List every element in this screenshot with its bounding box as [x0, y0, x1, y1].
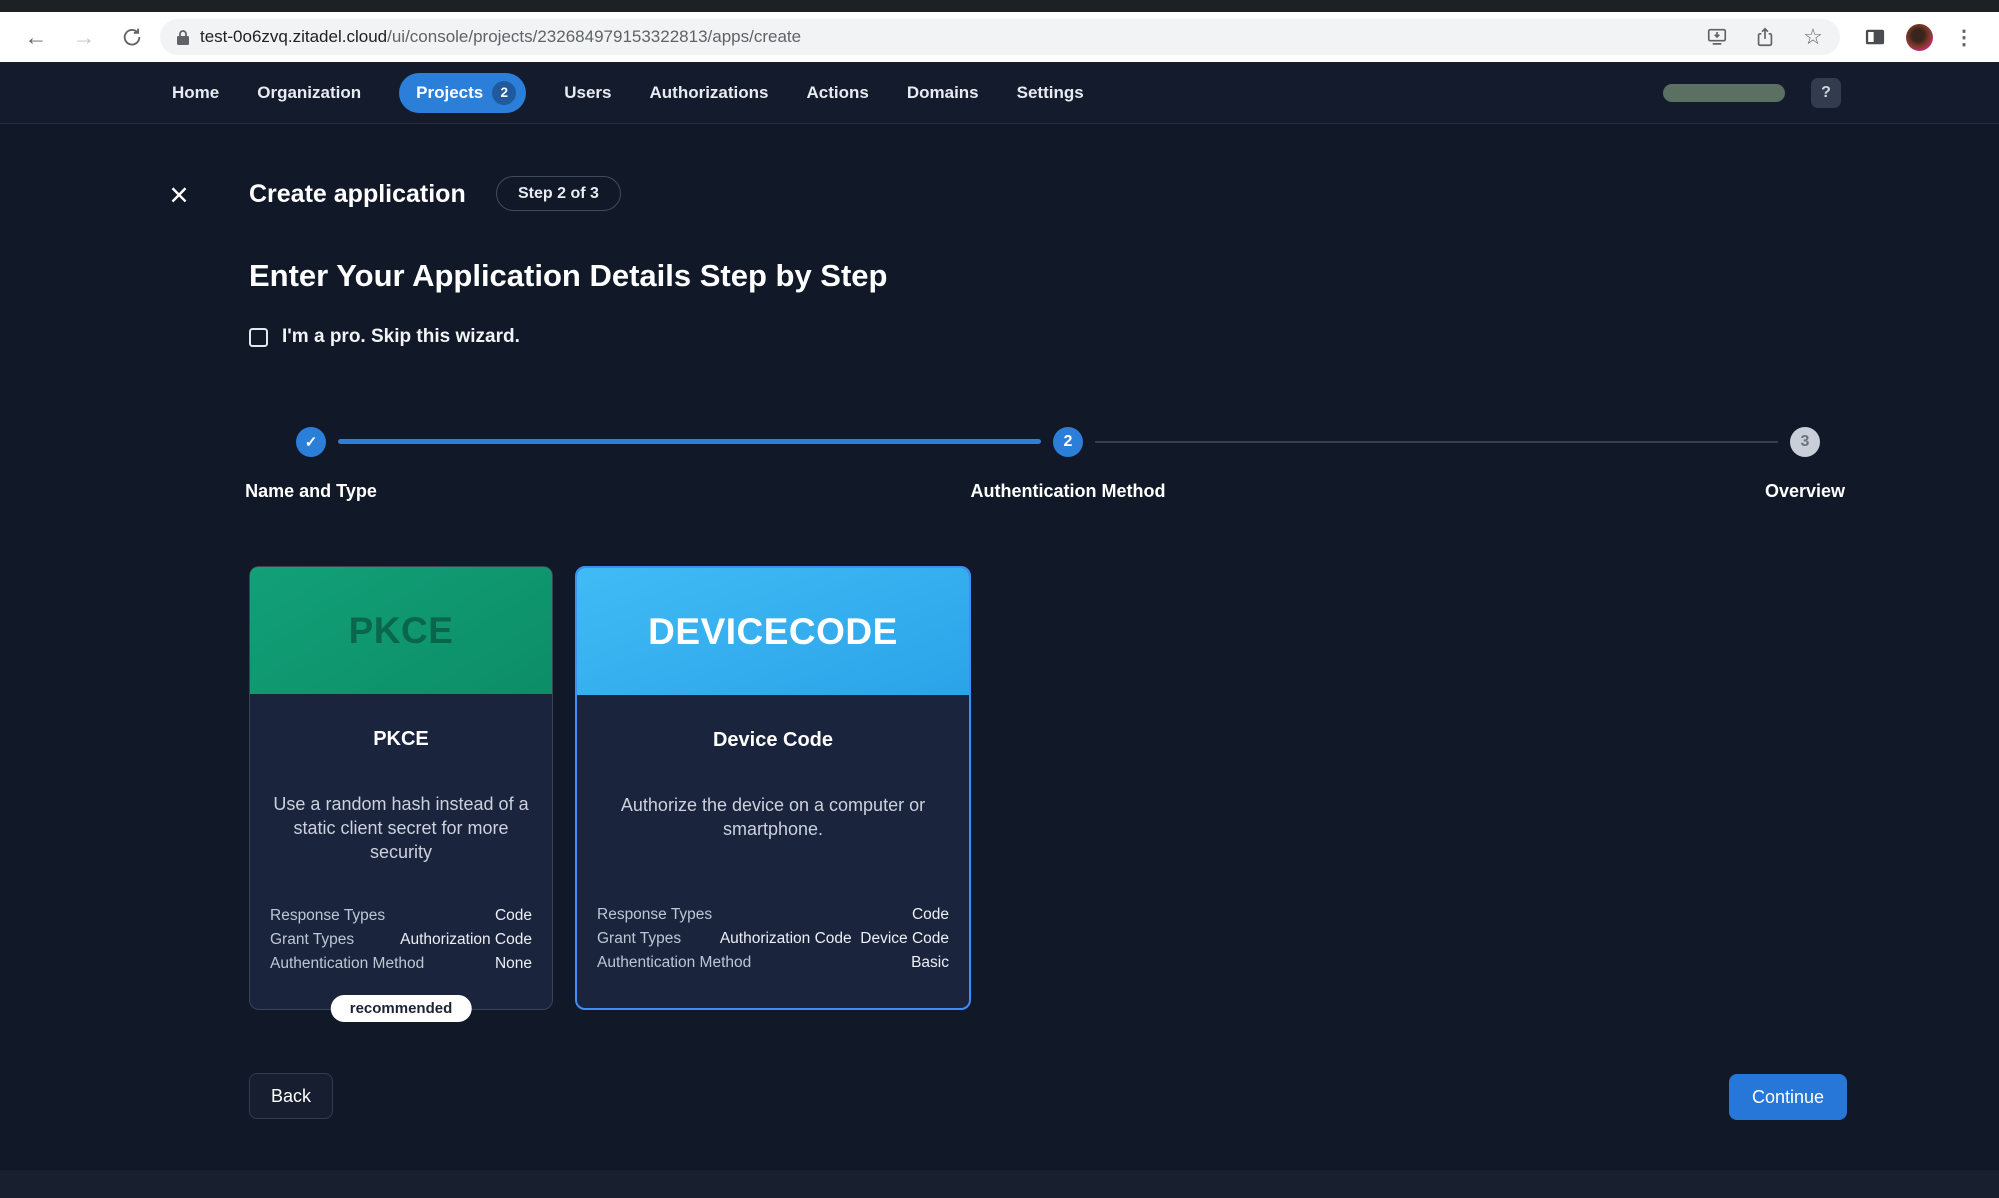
sidebar-item-home[interactable]: Home: [172, 83, 219, 103]
profile-avatar[interactable]: [1906, 24, 1933, 51]
help-button[interactable]: ?: [1811, 78, 1841, 108]
skip-wizard-label: I'm a pro. Skip this wizard.: [282, 326, 520, 348]
browser-actions: ⋮: [1848, 20, 1983, 54]
devicecode-title: Device Code: [597, 729, 949, 752]
bookmark-star-icon[interactable]: ☆: [1794, 20, 1832, 54]
pkce-card-body: PKCE Use a random hash instead of a stat…: [250, 694, 552, 1009]
skip-wizard-checkbox[interactable]: [249, 328, 268, 347]
detail-row: Authentication Method None: [270, 952, 532, 975]
detail-row: Response Types Code: [270, 904, 532, 927]
share-icon[interactable]: [1746, 20, 1784, 54]
url-text: test-0o6zvq.zitadel.cloud/ui/console/pro…: [200, 27, 1688, 47]
url-path: /ui/console/projects/232684979153322813/…: [387, 27, 801, 46]
detail-value: Code: [912, 903, 949, 926]
org-loading-skeleton: [1663, 84, 1785, 102]
lock-icon: [176, 29, 190, 46]
back-icon[interactable]: ←: [16, 17, 56, 57]
wizard-heading: Enter Your Application Details Step by S…: [249, 258, 887, 294]
projects-label: Projects: [416, 83, 483, 103]
pkce-title: PKCE: [270, 728, 532, 751]
forward-icon: →: [64, 17, 104, 57]
step-1-circle: ✓: [296, 427, 326, 457]
screen: ← → test-0o6zvq.zitadel.cloud/ui/console…: [0, 0, 1999, 1198]
check-icon: ✓: [305, 433, 318, 451]
detail-value: Basic: [911, 951, 949, 974]
detail-row: Grant Types Authorization Code: [270, 928, 532, 951]
pkce-details: Response Types Code Grant Types Authoriz…: [270, 904, 532, 975]
devicecode-description: Authorize the device on a computer or sm…: [597, 794, 949, 842]
sidebar-item-authorizations[interactable]: Authorizations: [650, 83, 769, 103]
pkce-banner: PKCE: [250, 567, 552, 694]
detail-row: Response Types Code: [597, 903, 949, 926]
skip-wizard-row[interactable]: I'm a pro. Skip this wizard.: [249, 326, 520, 348]
detail-value: Authorization Code: [400, 928, 532, 951]
step-2-circle: 2: [1053, 427, 1083, 457]
sidebar-item-projects[interactable]: Projects 2: [399, 73, 526, 113]
detail-label: Authentication Method: [597, 951, 751, 974]
step-connector-idle: [1095, 441, 1778, 443]
sidebar-item-actions[interactable]: Actions: [807, 83, 869, 103]
step-connector-active: [338, 439, 1041, 444]
sidebar-item-organization[interactable]: Organization: [257, 83, 361, 103]
devicecode-banner: DEVICECODE: [577, 568, 969, 695]
detail-value: None: [495, 952, 532, 975]
step-1-label: Name and Type: [245, 481, 377, 502]
navbar-right: ?: [1663, 78, 1841, 108]
detail-value: Authorization Code Device Code: [720, 927, 949, 950]
reload-icon[interactable]: [112, 17, 152, 57]
detail-row: Authentication Method Basic: [597, 951, 949, 974]
detail-label: Authentication Method: [270, 952, 424, 975]
step-indicator-badge: Step 2 of 3: [496, 176, 621, 211]
detail-label: Grant Types: [597, 927, 681, 950]
url-domain: test-0o6zvq.zitadel.cloud: [200, 27, 387, 46]
continue-button[interactable]: Continue: [1729, 1074, 1847, 1120]
pkce-description: Use a random hash instead of a static cl…: [270, 793, 532, 865]
sidebar-item-users[interactable]: Users: [564, 83, 611, 103]
auth-method-card-devicecode[interactable]: DEVICECODE Device Code Authorize the dev…: [575, 566, 971, 1010]
projects-count-badge: 2: [492, 81, 516, 105]
footer-strip: [0, 1170, 1999, 1198]
browser-toolbar: ← → test-0o6zvq.zitadel.cloud/ui/console…: [0, 12, 1999, 62]
close-icon[interactable]: ×: [162, 178, 196, 212]
sidebar-item-domains[interactable]: Domains: [907, 83, 979, 103]
back-button[interactable]: Back: [249, 1073, 333, 1119]
devicecode-card-body: Device Code Authorize the device on a co…: [577, 695, 969, 1008]
step-3-circle: 3: [1790, 427, 1820, 457]
page-title: Create application: [249, 180, 466, 209]
step-2-label: Authentication Method: [971, 481, 1166, 502]
install-page-icon[interactable]: [1698, 20, 1736, 54]
recommended-badge: recommended: [331, 995, 472, 1022]
devicecode-details: Response Types Code Grant Types Authoriz…: [597, 903, 949, 974]
detail-row: Grant Types Authorization Code Device Co…: [597, 927, 949, 950]
detail-value: Code: [495, 904, 532, 927]
detail-label: Grant Types: [270, 928, 354, 951]
detail-label: Response Types: [597, 903, 712, 926]
auth-method-card-pkce[interactable]: PKCE PKCE Use a random hash instead of a…: [249, 566, 553, 1010]
side-panel-icon[interactable]: [1856, 20, 1894, 54]
browser-menu-icon[interactable]: ⋮: [1945, 20, 1983, 54]
app-navbar: Home Organization Projects 2 Users Autho…: [0, 62, 1999, 124]
address-bar[interactable]: test-0o6zvq.zitadel.cloud/ui/console/pro…: [160, 19, 1840, 55]
detail-label: Response Types: [270, 904, 385, 927]
window-top-strip: [0, 0, 1999, 12]
step-3-label: Overview: [1765, 481, 1845, 502]
sidebar-item-settings[interactable]: Settings: [1017, 83, 1084, 103]
